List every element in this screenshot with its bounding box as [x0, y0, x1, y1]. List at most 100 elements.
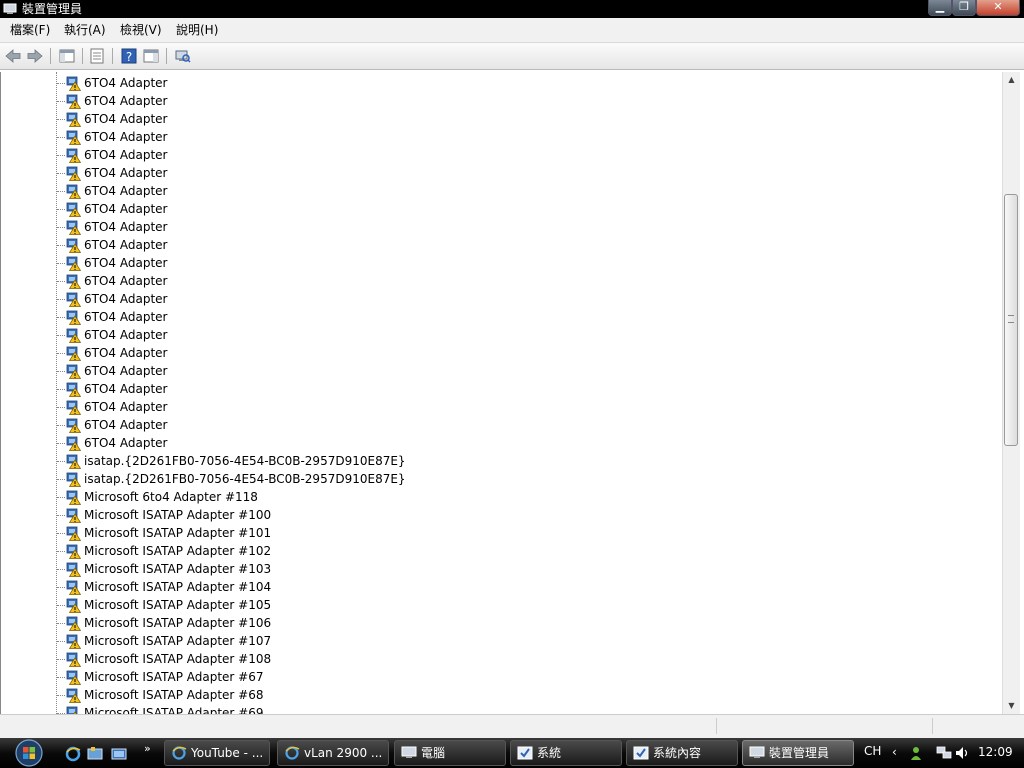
console-tree-icon[interactable] — [58, 47, 76, 65]
tree-item-device[interactable]: 6TO4 Adapter — [1, 362, 991, 380]
switch-windows-icon[interactable] — [110, 745, 128, 763]
internet-explorer-icon — [172, 746, 187, 760]
tree-item-label: 6TO4 Adapter — [84, 328, 168, 342]
tree-item-device[interactable]: 6TO4 Adapter — [1, 434, 991, 452]
tree-item-device[interactable]: Microsoft ISATAP Adapter #107 — [1, 632, 991, 650]
tree-item-device[interactable]: 6TO4 Adapter — [1, 344, 991, 362]
taskbar: » YouTube - ... vLan 2900 ... 電腦 系統 系統內容… — [0, 738, 1024, 768]
volume-icon[interactable] — [954, 745, 970, 761]
task-system-properties[interactable]: 系統內容 — [626, 740, 738, 766]
tree-item-device[interactable]: 6TO4 Adapter — [1, 74, 991, 92]
messenger-icon[interactable] — [908, 745, 924, 761]
tree-item-device[interactable]: Microsoft ISATAP Adapter #100 — [1, 506, 991, 524]
task-vlan[interactable]: vLan 2900 ... — [277, 740, 389, 766]
tree-item-label: 6TO4 Adapter — [84, 274, 168, 288]
action-pane-icon[interactable] — [142, 47, 160, 65]
network-adapter-warning-icon — [66, 76, 81, 91]
task-system[interactable]: 系統 — [510, 740, 622, 766]
scroll-up-button[interactable]: ▲ — [1003, 72, 1020, 88]
tree-line — [57, 677, 65, 678]
forward-arrow-icon[interactable] — [26, 47, 44, 65]
task-computer[interactable]: 電腦 — [394, 740, 506, 766]
show-desktop-icon[interactable] — [86, 745, 104, 763]
minimize-button[interactable]: ▁ — [928, 0, 952, 16]
minimize-icon: ▁ — [935, 0, 945, 13]
device-tree[interactable]: 6TO4 Adapter 6TO4 Adapter 6TO4 Adapter 6TO4… — [0, 72, 1003, 714]
tree-item-device[interactable]: Microsoft ISATAP Adapter #106 — [1, 614, 991, 632]
tree-item-label: Microsoft ISATAP Adapter #108 — [84, 652, 272, 666]
menu-view[interactable]: 檢視(V) — [120, 22, 162, 38]
tree-item-device[interactable]: 6TO4 Adapter — [1, 218, 991, 236]
tree-item-device[interactable]: 6TO4 Adapter — [1, 236, 991, 254]
chevron-left-icon[interactable]: ‹ — [892, 745, 908, 761]
tree-item-device[interactable]: Microsoft 6to4 Adapter #118 — [1, 488, 991, 506]
task-youtube[interactable]: YouTube - ... — [164, 740, 270, 766]
tree-item-device[interactable]: 6TO4 Adapter — [1, 272, 991, 290]
language-indicator[interactable]: CH — [864, 744, 881, 758]
task-device-manager[interactable]: 裝置管理員 — [742, 740, 854, 766]
device-manager-icon — [749, 746, 765, 758]
tree-item-label: Microsoft ISATAP Adapter #67 — [84, 670, 264, 684]
tree-item-device[interactable]: Microsoft ISATAP Adapter #105 — [1, 596, 991, 614]
tree-item-label: isatap.{2D261FB0-7056-4E54-BC0B-2957D910… — [84, 472, 406, 486]
tree-item-device[interactable]: 6TO4 Adapter — [1, 128, 991, 146]
menu-action[interactable]: 執行(A) — [64, 22, 106, 38]
tree-item-device[interactable]: Microsoft ISATAP Adapter #102 — [1, 542, 991, 560]
tree-item-label: Microsoft ISATAP Adapter #105 — [84, 598, 272, 612]
maximize-button[interactable]: ❐ — [952, 0, 976, 16]
tree-item-device[interactable]: 6TO4 Adapter — [1, 380, 991, 398]
tree-item-label: 6TO4 Adapter — [84, 130, 168, 144]
tree-item-label: 6TO4 Adapter — [84, 292, 168, 306]
tree-item-label: 6TO4 Adapter — [84, 202, 168, 216]
menu-file[interactable]: 檔案(F) — [10, 22, 50, 38]
network-adapter-warning-icon — [66, 490, 81, 505]
tree-line — [57, 119, 65, 120]
tree-item-device[interactable]: 6TO4 Adapter — [1, 290, 991, 308]
vertical-scrollbar[interactable]: ▲ ▼ — [1002, 72, 1020, 714]
tree-item-device[interactable]: 6TO4 Adapter — [1, 398, 991, 416]
tree-item-label: Microsoft ISATAP Adapter #106 — [84, 616, 272, 630]
tree-item-device[interactable]: Microsoft ISATAP Adapter #103 — [1, 560, 991, 578]
tree-line — [57, 605, 65, 606]
menu-help[interactable]: 說明(H) — [176, 22, 218, 38]
tree-item-device[interactable]: 6TO4 Adapter — [1, 182, 991, 200]
tree-item-device[interactable]: 6TO4 Adapter — [1, 110, 991, 128]
tree-item-device[interactable]: 6TO4 Adapter — [1, 254, 991, 272]
tree-line — [57, 497, 65, 498]
tree-item-device[interactable]: 6TO4 Adapter — [1, 146, 991, 164]
close-button[interactable]: ✕ — [976, 0, 1020, 16]
tree-item-device[interactable]: 6TO4 Adapter — [1, 308, 991, 326]
tree-line — [57, 335, 65, 336]
scroll-thumb[interactable] — [1004, 194, 1018, 446]
tree-item-device[interactable]: 6TO4 Adapter — [1, 164, 991, 182]
tree-item-device[interactable]: Microsoft ISATAP Adapter #101 — [1, 524, 991, 542]
tree-line — [57, 209, 65, 210]
start-button[interactable] — [10, 739, 48, 767]
computer-icon — [401, 746, 417, 758]
tree-item-device[interactable]: 6TO4 Adapter — [1, 416, 991, 434]
network-icon[interactable] — [936, 745, 952, 761]
tree-line — [57, 281, 65, 282]
tree-item-device[interactable]: Microsoft ISATAP Adapter #68 — [1, 686, 991, 704]
scan-hardware-icon[interactable] — [174, 47, 192, 65]
tree-item-device[interactable]: Microsoft ISATAP Adapter #69 — [1, 704, 991, 714]
back-arrow-icon[interactable] — [4, 47, 22, 65]
tree-item-device[interactable]: Microsoft ISATAP Adapter #67 — [1, 668, 991, 686]
toolbar-separator — [82, 48, 83, 64]
tree-item-device[interactable]: Microsoft ISATAP Adapter #104 — [1, 578, 991, 596]
quicklaunch-more-icon[interactable]: » — [144, 742, 151, 755]
internet-explorer-icon[interactable] — [64, 745, 82, 763]
tree-item-label: 6TO4 Adapter — [84, 310, 168, 324]
scroll-down-button[interactable]: ▼ — [1003, 698, 1020, 714]
tree-item-device[interactable]: 6TO4 Adapter — [1, 200, 991, 218]
tree-item-device[interactable]: isatap.{2D261FB0-7056-4E54-BC0B-2957D910… — [1, 470, 991, 488]
tree-item-device[interactable]: Microsoft ISATAP Adapter #108 — [1, 650, 991, 668]
help-icon[interactable]: ? — [120, 47, 138, 65]
tree-item-device[interactable]: 6TO4 Adapter — [1, 326, 991, 344]
tree-item-device[interactable]: 6TO4 Adapter — [1, 92, 991, 110]
task-label: vLan 2900 ... — [304, 746, 383, 760]
properties-icon[interactable] — [88, 47, 106, 65]
tree-item-device[interactable]: isatap.{2D261FB0-7056-4E54-BC0B-2957D910… — [1, 452, 991, 470]
clock[interactable]: 12:09 — [978, 745, 1013, 759]
tree-line — [57, 695, 65, 696]
